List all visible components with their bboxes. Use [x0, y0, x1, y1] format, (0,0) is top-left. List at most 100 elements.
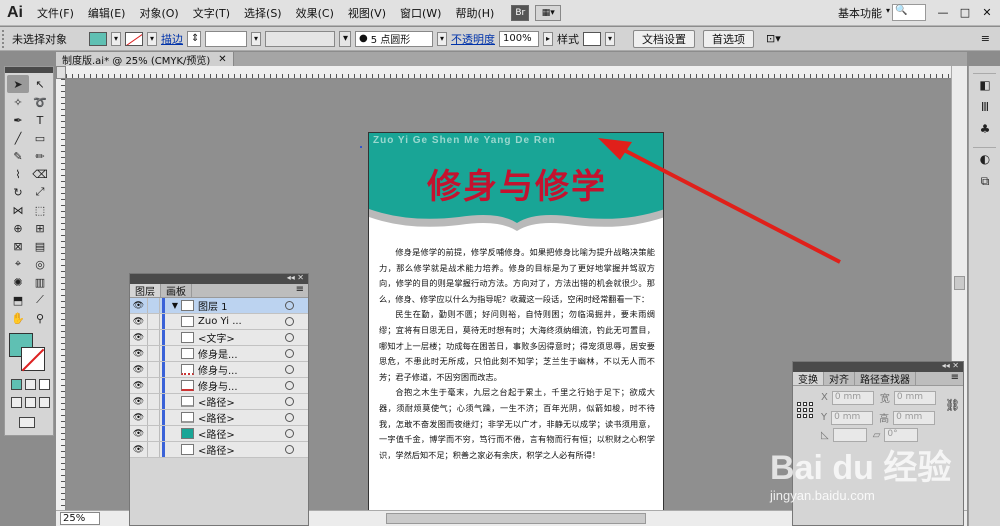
symbol-sprayer-tool-icon[interactable]: ✺: [7, 273, 29, 291]
stroke-swatch[interactable]: [125, 31, 143, 46]
tab-align[interactable]: 对齐: [824, 372, 855, 386]
stroke-weight-stepper[interactable]: ⇕: [187, 30, 201, 47]
reference-point-grid[interactable]: [797, 402, 813, 418]
target-circle-icon[interactable]: [285, 349, 294, 358]
target-circle-icon[interactable]: [285, 429, 294, 438]
layer-name[interactable]: 修身与...: [198, 362, 285, 377]
layer-row[interactable]: 👁 Zuo Yi ...: [130, 314, 308, 330]
panel-menu-icon[interactable]: ≡: [296, 284, 304, 295]
vertical-ruler[interactable]: [56, 79, 66, 510]
direct-selection-tool-icon[interactable]: ↖: [29, 75, 51, 93]
visibility-eye-icon[interactable]: 👁: [130, 442, 148, 457]
expand-triangle-icon[interactable]: ▼: [169, 301, 181, 310]
layer-row[interactable]: 👁 修身与...: [130, 362, 308, 378]
eraser-tool-icon[interactable]: ⌫: [29, 165, 51, 183]
tab-artboards[interactable]: 画板: [161, 284, 192, 298]
workspace-dropdown-icon[interactable]: ▾: [886, 6, 890, 15]
constrain-proportions-icon[interactable]: ⛓: [945, 398, 960, 412]
selection-tool-icon[interactable]: ➤: [7, 75, 29, 93]
layer-name[interactable]: Zuo Yi ...: [198, 316, 285, 327]
stroke-link[interactable]: 描边: [161, 31, 183, 47]
draw-behind-icon[interactable]: [25, 397, 36, 408]
gradient-tool-icon[interactable]: ▤: [29, 237, 51, 255]
layer-row[interactable]: 👁 <路径>: [130, 442, 308, 458]
control-bar-menu-icon[interactable]: ≡: [981, 32, 990, 45]
search-input[interactable]: 🔍: [892, 4, 926, 21]
brush-dropdown-icon[interactable]: ▾: [437, 31, 447, 46]
target-circle-icon[interactable]: [285, 333, 294, 342]
tab-pathfinder[interactable]: 路径查找器: [855, 372, 916, 386]
variable-width-field[interactable]: [265, 30, 335, 47]
layer-row[interactable]: 👁 <路径>: [130, 426, 308, 442]
lock-toggle[interactable]: [148, 298, 160, 313]
collapse-icon[interactable]: ◂◂ ✕: [942, 361, 959, 370]
stroke-weight-dropdown-icon[interactable]: ▾: [251, 31, 261, 46]
target-circle-icon[interactable]: [285, 381, 294, 390]
lock-toggle[interactable]: [148, 378, 160, 393]
paintbrush-tool-icon[interactable]: ✎: [7, 147, 29, 165]
vertical-scroll-thumb[interactable]: [954, 276, 965, 290]
y-field[interactable]: 0 mm: [831, 410, 874, 425]
style-dropdown-icon[interactable]: ▾: [605, 31, 615, 46]
appearance-icon[interactable]: ◐: [969, 148, 1000, 170]
visibility-eye-icon[interactable]: 👁: [130, 378, 148, 393]
arrange-documents-button[interactable]: ▦▾: [535, 4, 562, 21]
restore-button[interactable]: □: [954, 2, 976, 22]
rotate-field[interactable]: [832, 428, 867, 442]
color-guide-icon[interactable]: ◧: [969, 74, 1000, 96]
stroke-weight-field[interactable]: [205, 30, 247, 47]
target-circle-icon[interactable]: [285, 413, 294, 422]
panel-menu-icon[interactable]: ≡: [951, 372, 959, 383]
visibility-eye-icon[interactable]: 👁: [130, 330, 148, 345]
shear-field[interactable]: 0°: [884, 428, 919, 442]
style-swatch[interactable]: [583, 31, 601, 46]
menu-object[interactable]: 对象(O): [132, 5, 185, 21]
menu-effect[interactable]: 效果(C): [289, 5, 341, 21]
tab-transform[interactable]: 变换: [793, 372, 824, 386]
pencil-tool-icon[interactable]: ✏: [29, 147, 51, 165]
close-button[interactable]: ✕: [976, 2, 998, 22]
opacity-link[interactable]: 不透明度: [451, 31, 495, 47]
layer-name[interactable]: <路径>: [198, 394, 285, 409]
shape-builder-tool-icon[interactable]: ⊕: [7, 219, 29, 237]
brushes-icon[interactable]: Ⅲ: [969, 96, 1000, 118]
rotate-tool-icon[interactable]: ↻: [7, 183, 29, 201]
lock-toggle[interactable]: [148, 410, 160, 425]
horizontal-ruler[interactable]: [66, 66, 951, 79]
variable-width-dropdown-icon[interactable]: ▾: [339, 30, 351, 47]
bridge-button[interactable]: Br: [511, 4, 530, 21]
document-tab[interactable]: 制度版.ai* @ 25% (CMYK/预览) ✕: [56, 52, 234, 67]
screen-mode-icon[interactable]: [19, 417, 35, 428]
column-graph-tool-icon[interactable]: ▥: [29, 273, 51, 291]
preferences-button[interactable]: 首选项: [703, 29, 754, 48]
layer-row[interactable]: 👁 修身与...: [130, 378, 308, 394]
visibility-eye-icon[interactable]: 👁: [130, 410, 148, 425]
height-field[interactable]: 0 mm: [893, 410, 936, 425]
menu-view[interactable]: 视图(V): [341, 5, 393, 21]
mesh-tool-icon[interactable]: ⊠: [7, 237, 29, 255]
close-icon[interactable]: ✕: [218, 54, 226, 65]
graphic-styles-icon[interactable]: ⧉: [969, 170, 1000, 192]
horizontal-scroll-thumb[interactable]: [386, 513, 646, 524]
layer-name[interactable]: 图层 1: [198, 298, 285, 313]
lock-toggle[interactable]: [148, 362, 160, 377]
lock-toggle[interactable]: [148, 346, 160, 361]
symbols-icon[interactable]: ♣: [969, 118, 1000, 140]
document-setup-button[interactable]: 文档设置: [633, 29, 695, 48]
tab-layers[interactable]: 图层: [130, 284, 161, 298]
visibility-eye-icon[interactable]: 👁: [130, 394, 148, 409]
line-tool-icon[interactable]: ╱: [7, 129, 29, 147]
opacity-dropdown-icon[interactable]: ▸: [543, 31, 553, 46]
opacity-field[interactable]: 100%: [499, 30, 539, 47]
menu-window[interactable]: 窗口(W): [393, 5, 448, 21]
layer-name[interactable]: <路径>: [198, 410, 285, 425]
layer-row[interactable]: 👁 修身是...: [130, 346, 308, 362]
blob-brush-tool-icon[interactable]: ⌇: [7, 165, 29, 183]
lock-toggle[interactable]: [148, 394, 160, 409]
stroke-dropdown-icon[interactable]: ▾: [147, 31, 157, 46]
layer-name[interactable]: 修身是...: [198, 346, 285, 361]
menu-type[interactable]: 文字(T): [186, 5, 237, 21]
artboard[interactable]: Zuo Yi Ge Shen Me Yang De Ren 修身与修学 修身是修…: [368, 132, 664, 510]
lock-toggle[interactable]: [148, 426, 160, 441]
fill-dropdown-icon[interactable]: ▾: [111, 31, 121, 46]
